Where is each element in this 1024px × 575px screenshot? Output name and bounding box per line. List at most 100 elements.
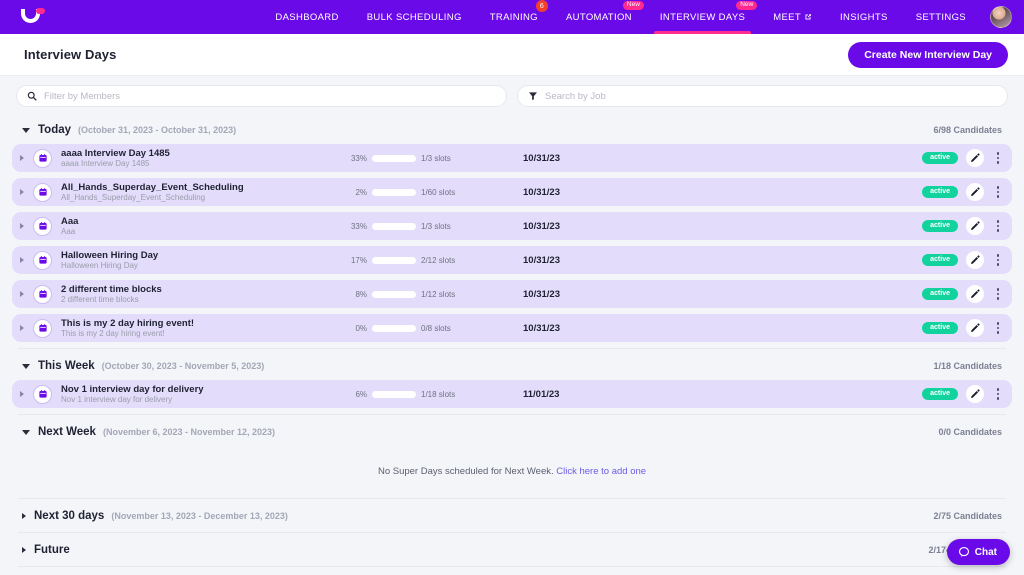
section-header-this-week[interactable]: This Week (October 30, 2023 - November 5,… <box>12 351 1012 380</box>
status-badge: active <box>922 253 958 267</box>
nav-item-settings[interactable]: SETTINGS <box>902 0 980 34</box>
calendar-icon <box>33 250 52 270</box>
chat-button[interactable]: Chat <box>946 539 1010 565</box>
progress-bar <box>372 290 416 298</box>
more-options-icon[interactable] <box>992 254 1004 266</box>
slot-progress: 33% 1/3 slots <box>347 222 497 231</box>
more-options-icon[interactable] <box>992 186 1004 198</box>
edit-pencil-icon[interactable] <box>966 183 984 201</box>
slots-label: 1/60 slots <box>421 187 456 197</box>
interview-day-row[interactable]: Nov 1 interview day for delivery Nov 1 in… <box>12 380 1012 408</box>
section-divider <box>18 414 1006 415</box>
nav-item-meet[interactable]: MEET <box>759 0 826 34</box>
edit-pencil-icon[interactable] <box>966 385 984 403</box>
edit-pencil-icon[interactable] <box>966 149 984 167</box>
nav-item-training[interactable]: TRAINING 6 <box>476 0 552 34</box>
empty-state-text: No Super Days scheduled for Next Week. <box>377 466 554 477</box>
nav-badge-new: New <box>622 1 644 10</box>
status-badge: active <box>922 219 958 233</box>
row-titles: aaaa Interview Day 1485 aaaa Interview Da… <box>61 148 311 169</box>
interview-day-row[interactable]: Aaa Aaa 33% 1/3 slots 10/31/23 active <box>12 212 1012 240</box>
row-expand-chevron-icon[interactable] <box>20 223 24 229</box>
section-header-next-week[interactable]: Next Week (November 6, 2023 - November 12… <box>12 417 1012 446</box>
nav-item-dashboard[interactable]: DASHBOARD <box>261 0 352 34</box>
interview-day-title: This is my 2 day hiring event! <box>61 317 195 329</box>
chevron-down-icon[interactable] <box>22 363 30 369</box>
row-expand-chevron-icon[interactable] <box>20 155 24 161</box>
more-options-icon[interactable] <box>992 388 1004 400</box>
more-options-icon[interactable] <box>992 288 1004 300</box>
more-options-icon[interactable] <box>992 152 1004 164</box>
row-expand-chevron-icon[interactable] <box>20 291 24 297</box>
slots-label: 1/3 slots <box>421 153 451 163</box>
edit-pencil-icon[interactable] <box>966 217 984 235</box>
interview-day-date: 10/31/23 <box>523 152 560 164</box>
interview-day-subtitle: Nov 1 interview day for delivery <box>61 394 173 404</box>
section-divider <box>18 532 1006 533</box>
section-header-future[interactable]: Future2/174 Candidates <box>12 535 1012 564</box>
row-titles: Halloween Hiring Day Halloween Hiring Day <box>61 250 311 271</box>
section-header-next-30-days[interactable]: Next 30 days (November 13, 2023 - Decembe… <box>12 501 1012 530</box>
slots-label: 1/12 slots <box>421 289 456 299</box>
edit-pencil-icon[interactable] <box>966 251 984 269</box>
nav-item-label: DASHBOARD <box>275 11 339 23</box>
external-link-icon <box>804 13 812 21</box>
section-date-range: (October 31, 2023 - October 31, 2023) <box>78 125 237 135</box>
section-candidate-count: 6/98 Candidates <box>933 125 1002 135</box>
section-divider <box>18 348 1006 349</box>
app-logo[interactable] <box>16 5 50 29</box>
section-header-previous[interactable]: Previous <box>12 569 1012 575</box>
edit-pencil-icon[interactable] <box>966 285 984 303</box>
row-expand-chevron-icon[interactable] <box>20 257 24 263</box>
row-actions: active <box>922 149 1004 167</box>
interview-day-subtitle: aaaa Interview Day 1485 <box>61 158 150 168</box>
chat-bubble-icon <box>958 546 970 558</box>
interview-day-row[interactable]: All_Hands_Superday_Event_Scheduling All_H… <box>12 178 1012 206</box>
progress-percent: 8% <box>355 289 367 299</box>
interview-day-title: Halloween Hiring Day <box>61 249 159 261</box>
interview-day-subtitle: 2 different time blocks <box>61 294 139 304</box>
slots-label: 1/18 slots <box>421 389 456 399</box>
chevron-down-icon[interactable] <box>22 429 30 435</box>
interview-day-row[interactable]: aaaa Interview Day 1485 aaaa Interview Da… <box>12 144 1012 172</box>
chevron-right-icon[interactable] <box>22 513 26 519</box>
nav-item-interview-days[interactable]: INTERVIEW DAYS New <box>646 0 759 34</box>
calendar-icon <box>33 384 52 404</box>
more-options-icon[interactable] <box>992 220 1004 232</box>
interview-day-date: 10/31/23 <box>523 288 560 300</box>
calendar-icon <box>33 284 52 304</box>
row-expand-chevron-icon[interactable] <box>20 325 24 331</box>
nav-item-automation[interactable]: AUTOMATION New <box>552 0 646 34</box>
chevron-right-icon[interactable] <box>22 547 26 553</box>
chat-label: Chat <box>974 546 997 558</box>
row-titles: Nov 1 interview day for delivery Nov 1 in… <box>61 384 311 405</box>
interview-day-row[interactable]: This is my 2 day hiring event! This is my… <box>12 314 1012 342</box>
section-header-today[interactable]: Today (October 31, 2023 - October 31, 202… <box>12 115 1012 144</box>
chevron-down-icon[interactable] <box>22 127 30 133</box>
row-actions: active <box>922 319 1004 337</box>
progress-bar <box>372 390 416 398</box>
interview-day-title: 2 different time blocks <box>61 283 162 295</box>
row-expand-chevron-icon[interactable] <box>20 391 24 397</box>
edit-pencil-icon[interactable] <box>966 319 984 337</box>
more-options-icon[interactable] <box>992 322 1004 334</box>
filter-by-members-input[interactable]: Filter by Members <box>16 85 507 107</box>
add-interview-day-link[interactable]: Click here to add one <box>556 466 646 477</box>
nav-item-insights[interactable]: INSIGHTS <box>826 0 902 34</box>
interview-day-row[interactable]: 2 different time blocks 2 different time … <box>12 280 1012 308</box>
progress-bar <box>372 154 416 162</box>
row-actions: active <box>922 217 1004 235</box>
interview-day-row[interactable]: Halloween Hiring Day Halloween Hiring Day… <box>12 246 1012 274</box>
logo-accent-dot-icon <box>36 8 45 14</box>
nav-badge-count: 6 <box>535 0 548 12</box>
user-avatar[interactable] <box>990 6 1012 28</box>
calendar-icon <box>33 182 52 202</box>
search-by-job-input[interactable]: Search by Job <box>517 85 1008 107</box>
slot-progress: 0% 0/8 slots <box>347 324 497 333</box>
nav-item-bulk-scheduling[interactable]: BULK SCHEDULING <box>353 0 476 34</box>
create-new-interview-day-button[interactable]: Create New Interview Day <box>848 41 1008 68</box>
page-title: Interview Days <box>24 47 117 62</box>
row-expand-chevron-icon[interactable] <box>20 189 24 195</box>
slots-label: 2/12 slots <box>421 255 456 265</box>
section-title: This Week <box>38 360 95 372</box>
